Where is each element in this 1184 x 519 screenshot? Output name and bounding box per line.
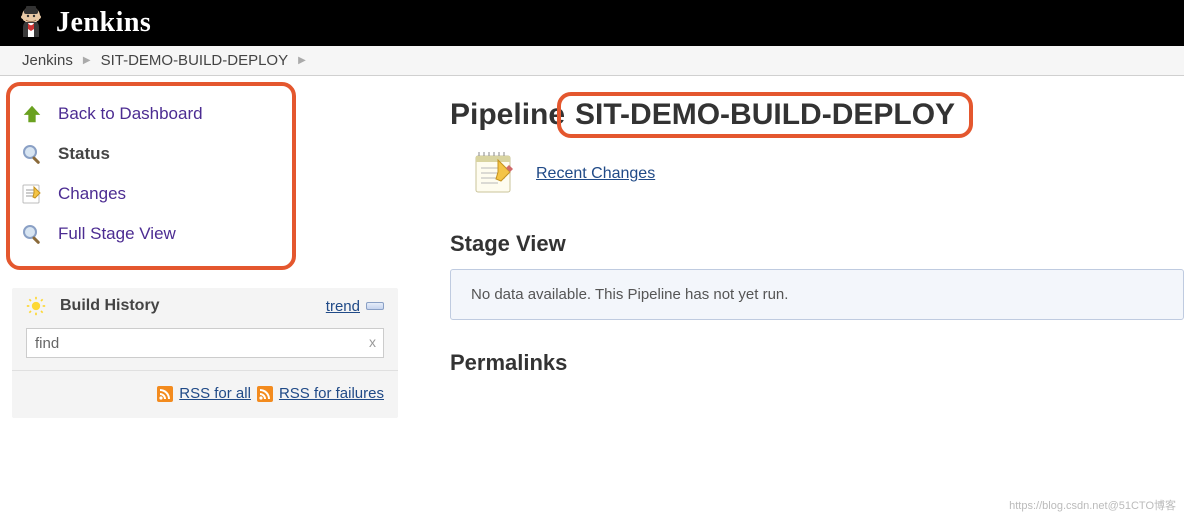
magnifier-icon	[20, 222, 44, 246]
build-history-panel: Build History trend x RSS for all R	[12, 288, 398, 418]
page-title-prefix: Pipeline	[450, 98, 565, 132]
sidebar-item-label: Full Stage View	[58, 224, 176, 244]
logo-text: Jenkins	[56, 7, 151, 39]
permalinks-title: Permalinks	[450, 350, 1184, 376]
build-find-input[interactable]	[26, 328, 384, 358]
side-nav-highlight: Back to Dashboard Status	[6, 82, 296, 270]
breadcrumb: Jenkins ▶ SIT-DEMO-BUILD-DEPLOY ▶	[0, 46, 1184, 76]
page-title: Pipeline SIT-DEMO-BUILD-DEPLOY	[450, 92, 1184, 138]
sidebar-item-label: Changes	[58, 184, 126, 204]
clear-icon[interactable]: x	[369, 334, 376, 350]
sidebar-item-full-stage-view[interactable]: Full Stage View	[14, 214, 288, 254]
app-header: Jenkins	[0, 0, 1184, 46]
sidebar-item-changes[interactable]: Changes	[14, 174, 288, 214]
rss-failures-link[interactable]: RSS for failures	[279, 385, 384, 402]
pipeline-name-highlight: SIT-DEMO-BUILD-DEPLOY	[557, 92, 973, 138]
sun-icon	[26, 296, 46, 316]
breadcrumb-item-jenkins[interactable]: Jenkins	[16, 52, 79, 69]
notepad-icon	[468, 146, 520, 201]
rss-all-link[interactable]: RSS for all	[179, 385, 251, 402]
chevron-right-icon: ▶	[294, 55, 310, 66]
arrow-up-icon	[20, 102, 44, 126]
sidebar-item-back-to-dashboard[interactable]: Back to Dashboard	[14, 94, 288, 134]
stage-view-empty: No data available. This Pipeline has not…	[450, 269, 1184, 320]
jenkins-butler-icon	[16, 5, 46, 42]
trend-link[interactable]: trend	[326, 298, 360, 315]
magnifier-icon	[20, 142, 44, 166]
recent-changes-link[interactable]: Recent Changes	[536, 165, 655, 183]
chevron-right-icon: ▶	[79, 55, 95, 66]
sidebar-item-label: Back to Dashboard	[58, 104, 203, 124]
rss-icon	[157, 386, 173, 402]
trend-bar-icon	[366, 302, 384, 310]
watermark: https://blog.csdn.net@51CTO博客	[1009, 497, 1176, 513]
breadcrumb-item-job[interactable]: SIT-DEMO-BUILD-DEPLOY	[95, 52, 295, 69]
jenkins-logo-link[interactable]: Jenkins	[16, 5, 151, 42]
build-history-title: Build History	[60, 297, 326, 315]
rss-icon	[257, 386, 273, 402]
stage-view-title: Stage View	[450, 231, 1184, 257]
sidebar-item-label: Status	[58, 144, 110, 164]
sidebar-item-status[interactable]: Status	[14, 134, 288, 174]
document-icon	[20, 182, 44, 206]
